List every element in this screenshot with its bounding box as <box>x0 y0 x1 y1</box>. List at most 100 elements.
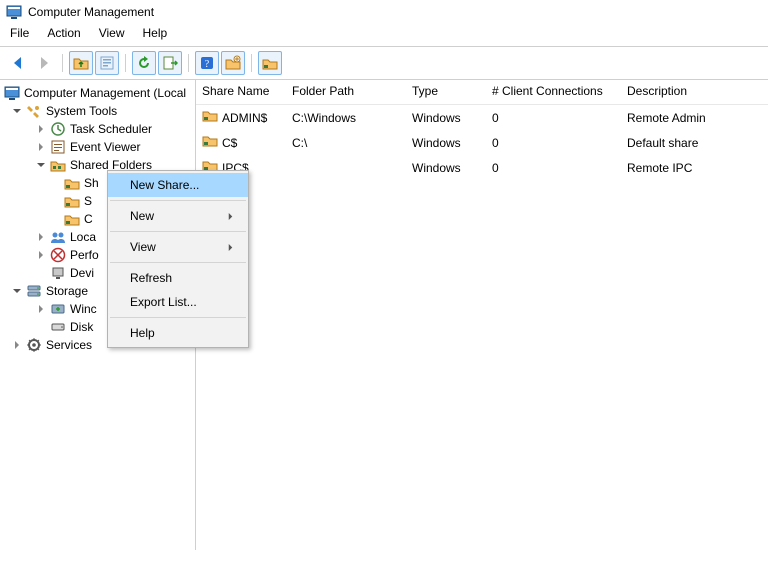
col-description[interactable]: Description <box>621 80 768 105</box>
cell: Remote IPC <box>621 155 768 180</box>
expand-icon[interactable] <box>36 160 46 170</box>
app-icon <box>6 4 22 20</box>
menu-view[interactable]: View <box>99 26 125 40</box>
col-share-name[interactable]: Share Name <box>196 80 286 105</box>
ctx-label: View <box>130 240 156 254</box>
forward-button[interactable] <box>32 51 56 75</box>
share-icon <box>202 107 218 128</box>
cell: Windows <box>406 155 486 180</box>
cell: C$ <box>222 134 237 152</box>
new-share-button[interactable] <box>221 51 245 75</box>
expand-icon[interactable] <box>12 340 22 350</box>
ctx-new[interactable]: New <box>108 204 248 228</box>
col-client-conn[interactable]: # Client Connections <box>486 80 621 105</box>
table-row[interactable]: ADMIN$ C:\Windows Windows 0 Remote Admin <box>196 105 768 131</box>
properties-button[interactable] <box>95 51 119 75</box>
tree-label: Disk <box>70 319 93 335</box>
help-button[interactable] <box>195 51 219 75</box>
users-icon <box>50 229 66 245</box>
toolbar-divider <box>125 54 126 72</box>
tools-icon <box>26 103 42 119</box>
app-icon <box>4 85 20 101</box>
ctx-export-list[interactable]: Export List... <box>108 290 248 314</box>
cell: 0 <box>486 155 621 180</box>
tree-label: Computer Management (Local <box>24 85 186 101</box>
cell: ADMIN$ <box>222 109 267 127</box>
submenu-arrow-icon <box>227 209 234 223</box>
expand-icon[interactable] <box>36 142 46 152</box>
menu-file[interactable]: File <box>10 26 29 40</box>
disk-icon <box>50 319 66 335</box>
clock-icon <box>50 121 66 137</box>
back-button[interactable] <box>6 51 30 75</box>
tree-label: Task Scheduler <box>70 121 152 137</box>
services-icon <box>26 337 42 353</box>
tree-root[interactable]: Computer Management (Local <box>0 84 195 102</box>
table-row[interactable]: IPC$ Windows 0 Remote IPC <box>196 155 768 180</box>
export-button[interactable] <box>158 51 182 75</box>
refresh-button[interactable] <box>132 51 156 75</box>
cell: Windows <box>406 130 486 155</box>
window-title: Computer Management <box>28 5 154 19</box>
storage-icon <box>26 283 42 299</box>
tree-event-viewer[interactable]: Event Viewer <box>0 138 195 156</box>
ctx-view[interactable]: View <box>108 235 248 259</box>
expand-icon[interactable] <box>36 250 46 260</box>
ctx-refresh[interactable]: Refresh <box>108 266 248 290</box>
cell: 0 <box>486 105 621 131</box>
cell: Remote Admin <box>621 105 768 131</box>
share-icon <box>64 193 80 209</box>
list-panel: Share Name Folder Path Type # Client Con… <box>196 80 768 550</box>
cell: Default share <box>621 130 768 155</box>
device-icon <box>50 265 66 281</box>
ctx-label: Refresh <box>130 271 172 285</box>
cell <box>286 155 406 180</box>
tree-label: Storage <box>46 283 88 299</box>
cell: C:\ <box>286 130 406 155</box>
tree-label: Devi <box>70 265 94 281</box>
menu-help[interactable]: Help <box>143 26 168 40</box>
tree-task-scheduler[interactable]: Task Scheduler <box>0 120 195 138</box>
expand-icon[interactable] <box>12 106 22 116</box>
ctx-separator <box>110 317 246 318</box>
tree-system-tools[interactable]: System Tools <box>0 102 195 120</box>
up-button[interactable] <box>69 51 93 75</box>
expand-icon[interactable] <box>12 286 22 296</box>
expand-icon[interactable] <box>36 232 46 242</box>
ctx-separator <box>110 262 246 263</box>
table-row[interactable]: C$ C:\ Windows 0 Default share <box>196 130 768 155</box>
shared-folder-icon <box>50 157 66 173</box>
ctx-new-share[interactable]: New Share... <box>108 173 248 197</box>
expand-icon[interactable] <box>36 124 46 134</box>
context-menu: New Share... New View Refresh Export Lis… <box>107 170 249 348</box>
tree-label: Winc <box>70 301 97 317</box>
tree-label: C <box>84 211 93 227</box>
share-button[interactable] <box>258 51 282 75</box>
tree-label: Sh <box>84 175 99 191</box>
share-icon <box>202 132 218 153</box>
title-bar: Computer Management <box>0 0 768 22</box>
toolbar-divider <box>188 54 189 72</box>
perf-icon <box>50 247 66 263</box>
ctx-separator <box>110 231 246 232</box>
col-folder-path[interactable]: Folder Path <box>286 80 406 105</box>
ctx-label: Export List... <box>130 295 197 309</box>
shares-table: Share Name Folder Path Type # Client Con… <box>196 80 768 180</box>
share-icon <box>64 175 80 191</box>
tree-label: Loca <box>70 229 96 245</box>
ctx-separator <box>110 200 246 201</box>
col-type[interactable]: Type <box>406 80 486 105</box>
toolbar-divider <box>62 54 63 72</box>
toolbar <box>0 47 768 80</box>
ctx-label: New Share... <box>130 178 199 192</box>
tree-label: Event Viewer <box>70 139 140 155</box>
expand-icon[interactable] <box>36 304 46 314</box>
cell: Windows <box>406 105 486 131</box>
share-icon <box>64 211 80 227</box>
ctx-help[interactable]: Help <box>108 321 248 345</box>
cell: 0 <box>486 130 621 155</box>
ctx-label: Help <box>130 326 155 340</box>
submenu-arrow-icon <box>227 240 234 254</box>
menu-action[interactable]: Action <box>47 26 80 40</box>
event-icon <box>50 139 66 155</box>
